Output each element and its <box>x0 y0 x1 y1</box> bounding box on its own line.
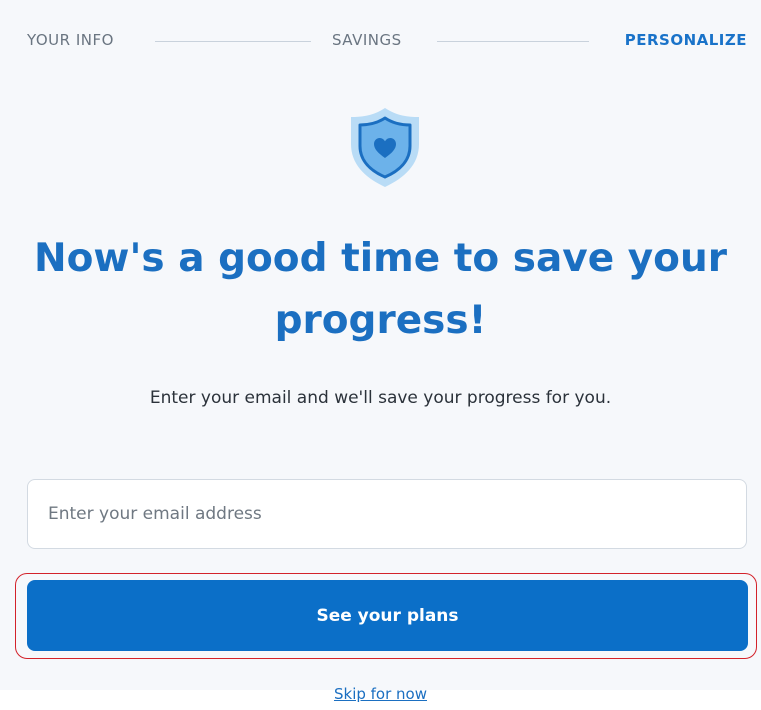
see-plans-button[interactable]: See your plans <box>27 580 748 651</box>
step-savings: SAVINGS <box>332 31 402 49</box>
progress-stepper: YOUR INFO SAVINGS PERSONALIZE <box>27 31 747 51</box>
step-personalize: PERSONALIZE <box>624 31 747 49</box>
step-connector <box>155 41 311 42</box>
savings-panel: YOUR INFO SAVINGS PERSONALIZE Now's a go… <box>0 0 761 690</box>
skip-link[interactable]: Skip for now <box>0 685 761 703</box>
step-your-info: YOUR INFO <box>27 31 114 49</box>
page-subtitle: Enter your email and we'll save your pro… <box>149 388 612 408</box>
email-input[interactable] <box>27 479 747 549</box>
page-title: Now's a good time to save your progress! <box>34 236 727 343</box>
shield-heart-icon <box>342 103 428 189</box>
step-connector <box>437 41 589 42</box>
